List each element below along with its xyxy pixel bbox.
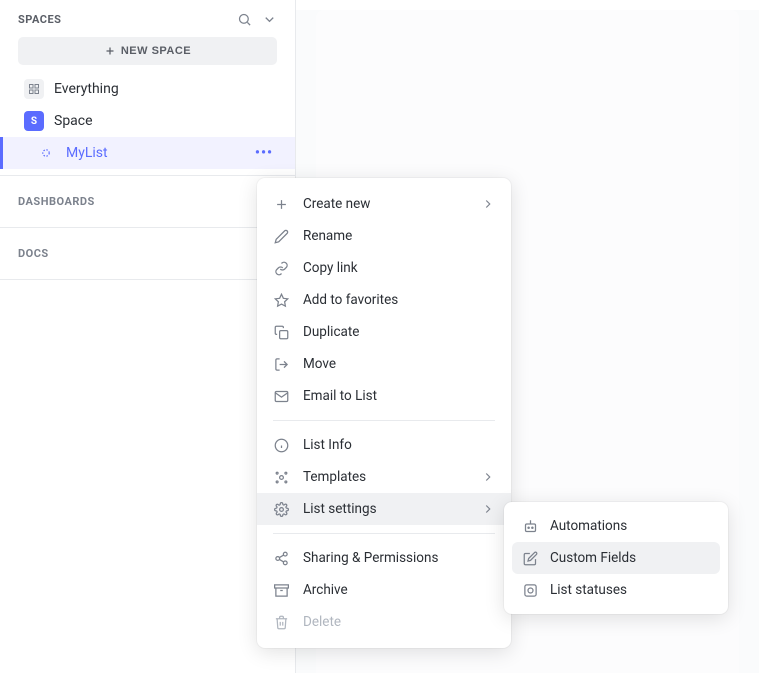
pencil-icon [273, 228, 289, 244]
gear-icon [273, 501, 289, 517]
spaces-section: SPACES NEW SPACE Everything S [0, 0, 295, 176]
menu-list-settings[interactable]: List settings [257, 493, 511, 525]
star-icon [273, 292, 289, 308]
move-icon [273, 356, 289, 372]
context-menu: Create new Rename Copy link Add to favor… [257, 178, 511, 648]
menu-label: Duplicate [303, 324, 495, 340]
search-icon[interactable] [237, 12, 252, 27]
menu-label: Delete [303, 614, 495, 630]
menu-delete[interactable]: Delete [257, 606, 511, 638]
trash-icon [273, 614, 289, 630]
docs-section[interactable]: DOCS [0, 228, 295, 280]
edit-square-icon [522, 550, 538, 566]
menu-move[interactable]: Move [257, 348, 511, 380]
status-icon [522, 582, 538, 598]
new-space-button[interactable]: NEW SPACE [18, 37, 277, 65]
menu-label: Add to favorites [303, 292, 495, 308]
submenu-list-statuses[interactable]: List statuses [512, 574, 720, 606]
menu-email-list[interactable]: Email to List [257, 380, 511, 412]
spaces-title: SPACES [18, 13, 61, 26]
sidebar-item-space[interactable]: S Space [18, 105, 277, 137]
submenu-custom-fields[interactable]: Custom Fields [512, 542, 720, 574]
menu-label: Create new [303, 196, 467, 212]
sidebar-item-label: Space [54, 113, 93, 129]
robot-icon [522, 518, 538, 534]
list-icon [36, 148, 56, 158]
menu-label: List settings [303, 501, 467, 517]
sidebar-item-label: MyList [66, 145, 108, 161]
duplicate-icon [273, 324, 289, 340]
menu-label: Templates [303, 469, 467, 485]
sidebar-item-mylist[interactable]: MyList ••• [0, 137, 295, 169]
menu-label: Copy link [303, 260, 495, 276]
list-more-icon[interactable]: ••• [251, 145, 277, 161]
menu-duplicate[interactable]: Duplicate [257, 316, 511, 348]
submenu-label: List statuses [550, 582, 627, 598]
mail-icon [273, 388, 289, 404]
submenu-label: Automations [550, 518, 627, 534]
menu-archive[interactable]: Archive [257, 574, 511, 606]
chevron-right-icon [481, 502, 495, 516]
menu-templates[interactable]: Templates [257, 461, 511, 493]
chevron-right-icon [481, 470, 495, 484]
archive-icon [273, 582, 289, 598]
menu-divider [273, 420, 495, 421]
everything-icon [24, 79, 44, 99]
submenu-automations[interactable]: Automations [512, 510, 720, 542]
dashboards-section[interactable]: DASHBOARDS [0, 176, 295, 228]
menu-list-info[interactable]: List Info [257, 429, 511, 461]
plus-icon [104, 45, 116, 57]
menu-divider [273, 533, 495, 534]
menu-sharing[interactable]: Sharing & Permissions [257, 542, 511, 574]
docs-title: DOCS [18, 247, 49, 260]
sidebar-item-everything[interactable]: Everything [18, 73, 277, 105]
link-icon [273, 260, 289, 276]
sidebar-item-label: Everything [54, 81, 119, 97]
menu-label: Sharing & Permissions [303, 550, 495, 566]
menu-label: Archive [303, 582, 495, 598]
menu-add-favorites[interactable]: Add to favorites [257, 284, 511, 316]
share-icon [273, 550, 289, 566]
info-icon [273, 437, 289, 453]
space-badge-icon: S [24, 111, 44, 131]
plus-icon [273, 196, 289, 212]
menu-create-new[interactable]: Create new [257, 188, 511, 220]
templates-icon [273, 469, 289, 485]
menu-copy-link[interactable]: Copy link [257, 252, 511, 284]
menu-label: Move [303, 356, 495, 372]
menu-label: Email to List [303, 388, 495, 404]
sidebar: SPACES NEW SPACE Everything S [0, 0, 296, 673]
menu-label: Rename [303, 228, 495, 244]
chevron-right-icon [481, 197, 495, 211]
submenu-label: Custom Fields [550, 550, 636, 566]
new-space-label: NEW SPACE [121, 45, 191, 57]
spaces-header-icons [237, 12, 277, 27]
menu-rename[interactable]: Rename [257, 220, 511, 252]
chevron-down-icon[interactable] [262, 12, 277, 27]
menu-label: List Info [303, 437, 495, 453]
spaces-header: SPACES [18, 12, 277, 27]
list-settings-submenu: Automations Custom Fields List statuses [504, 502, 728, 614]
dashboards-title: DASHBOARDS [18, 195, 95, 208]
